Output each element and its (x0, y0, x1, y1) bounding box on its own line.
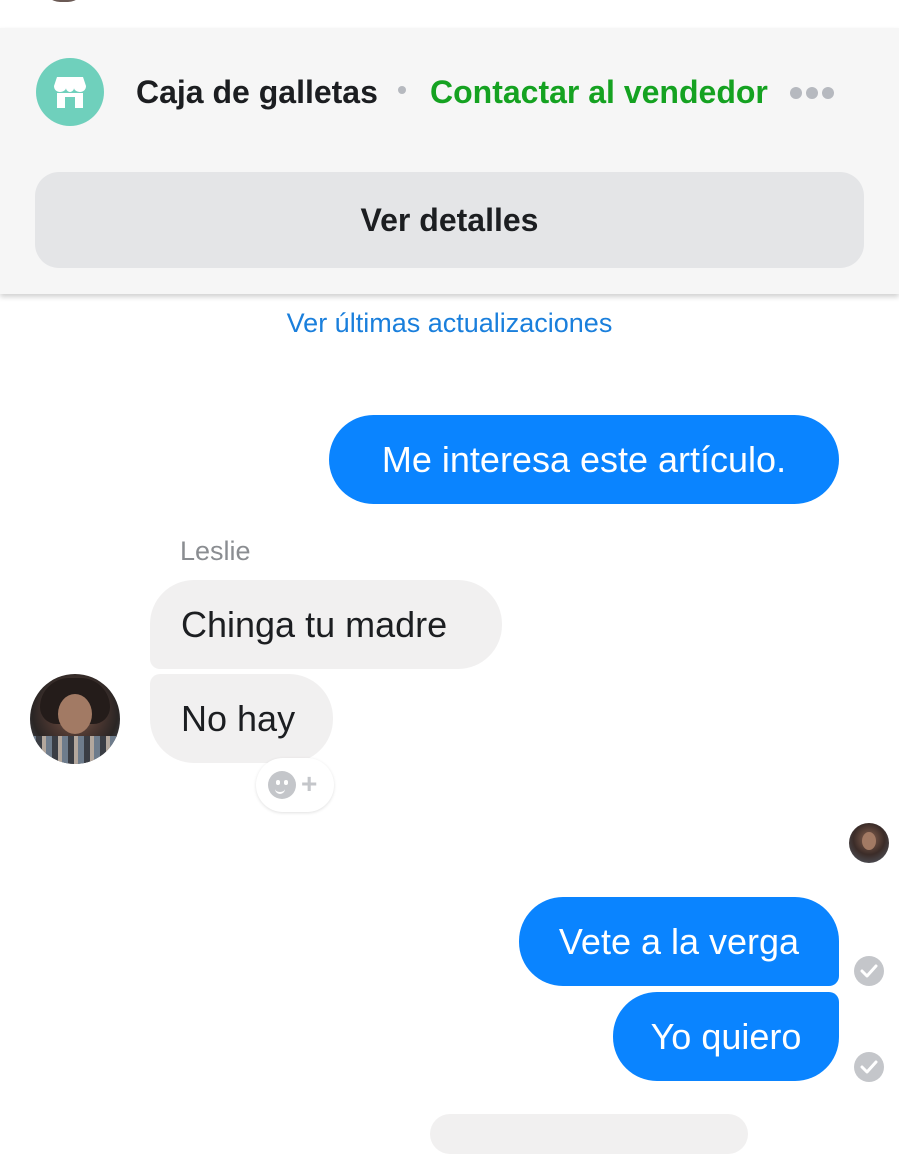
marketplace-listing-card: Caja de galletas Contactar al vendedor V… (0, 28, 899, 294)
view-latest-updates-link[interactable]: Ver últimas actualizaciones (0, 308, 899, 339)
seen-indicator-avatar (849, 823, 889, 863)
message-bubble-outgoing[interactable]: Vete a la verga (519, 897, 839, 986)
more-options-icon[interactable] (790, 86, 842, 100)
sent-check-icon (854, 1052, 884, 1082)
message-bubble-outgoing[interactable]: Me interesa este artículo. (329, 415, 839, 504)
sender-name: Leslie (180, 536, 251, 566)
message-bubble-outgoing[interactable]: Yo quiero (613, 992, 839, 1081)
plus-icon: + (301, 768, 318, 799)
top-edge (0, 0, 899, 28)
contact-seller-link[interactable]: Contactar al vendedor (430, 74, 768, 111)
add-reaction-button[interactable]: + (256, 758, 334, 812)
sender-avatar[interactable] (30, 674, 120, 764)
separator-dot (398, 86, 406, 94)
sent-check-icon (854, 956, 884, 986)
message-bubble-incoming[interactable]: No hay (150, 674, 333, 763)
shop-icon (36, 58, 104, 126)
message-bubble-incoming[interactable]: Chinga tu madre (150, 580, 502, 669)
smiley-icon (268, 771, 296, 799)
message-bubble-partial (430, 1114, 748, 1154)
listing-title[interactable]: Caja de galletas (136, 74, 378, 111)
cropped-avatar (44, 0, 84, 2)
view-details-button[interactable]: Ver detalles (35, 172, 864, 268)
